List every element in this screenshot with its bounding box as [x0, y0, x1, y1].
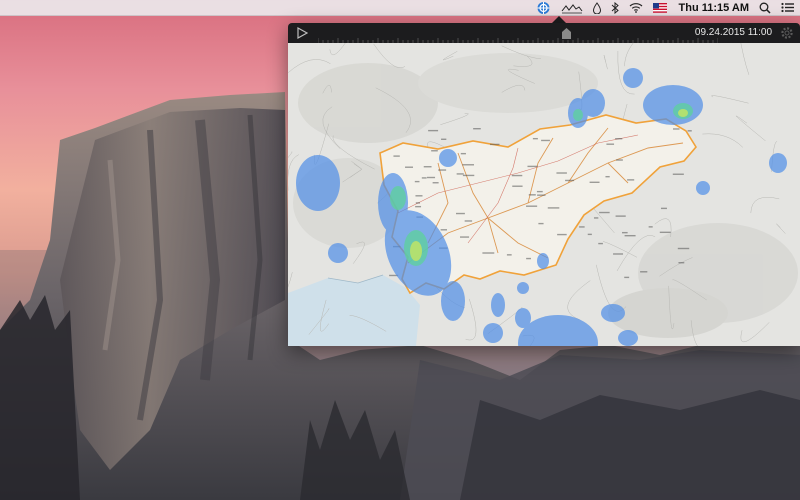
- search-icon: [759, 2, 771, 14]
- activity-graph-icon: [561, 3, 582, 13]
- bluetooth-icon: [611, 1, 619, 14]
- gear-icon[interactable]: [780, 26, 794, 40]
- radar-app-icon: [537, 1, 549, 14]
- radar-popover: 09.24.2015 11:00: [288, 23, 800, 346]
- spotlight-menu-item[interactable]: [759, 0, 771, 16]
- timeline-slider[interactable]: [317, 28, 719, 44]
- drop-icon: [592, 1, 601, 14]
- menu-clock[interactable]: Thu 11:15 AM: [679, 0, 750, 16]
- play-button[interactable]: [296, 27, 308, 39]
- menu-bar: Thu 11:15 AM: [0, 0, 800, 16]
- timeline-handle[interactable]: [562, 28, 571, 39]
- popover-arrow: [552, 16, 566, 23]
- list-icon: [781, 2, 794, 13]
- wifi-menu-item[interactable]: [629, 0, 643, 16]
- map-canvas: [288, 43, 800, 346]
- us-flag-icon: [652, 2, 667, 13]
- radar-map[interactable]: [288, 43, 800, 346]
- bluetooth-menu-item[interactable]: [611, 0, 619, 16]
- wifi-icon: [629, 3, 642, 13]
- activity-graph-menu-item[interactable]: [561, 0, 583, 16]
- drop-menu-item[interactable]: [592, 0, 601, 16]
- radar-app-menu-item[interactable]: [536, 0, 551, 16]
- input-source-menu-item[interactable]: [652, 0, 667, 16]
- notification-center-menu-item[interactable]: [781, 0, 794, 16]
- clock-label: Thu 11:15 AM: [678, 1, 750, 14]
- playback-toolbar: 09.24.2015 11:00: [288, 23, 800, 44]
- play-icon: [297, 27, 308, 39]
- radar-timestamp: 09.24.2015 11:00: [694, 27, 772, 38]
